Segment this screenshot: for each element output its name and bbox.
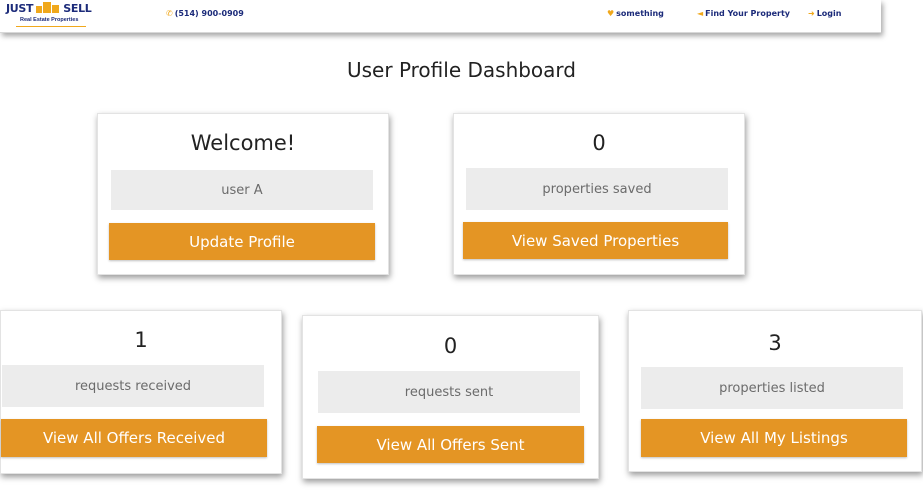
top-navbar: JUST SELL Real Estate Properties ✆ (514) 9… — [0, 0, 881, 33]
site-logo[interactable]: JUST SELL Real Estate Properties — [6, 1, 92, 30]
logo-houses-icon — [35, 1, 61, 13]
login-link[interactable]: ➜ Login — [808, 9, 841, 18]
view-saved-properties-button[interactable]: View Saved Properties — [463, 222, 728, 259]
find-property-label: Find Your Property — [705, 9, 790, 18]
phone-number: (514) 900-0909 — [174, 9, 244, 18]
favorites-label: something — [616, 9, 664, 18]
view-all-offers-received-button[interactable]: View All Offers Received — [1, 419, 267, 457]
login-label: Login — [816, 9, 842, 18]
saved-properties-card: 0 properties saved View Saved Properties — [453, 113, 745, 275]
sent-count: 0 — [443, 334, 458, 358]
requests-sent-card: 0 requests sent View All Offers Sent — [302, 315, 599, 479]
listed-label: properties listed — [641, 367, 903, 409]
find-property-link[interactable]: ◄ Find Your Property — [697, 9, 790, 18]
sent-label: requests sent — [318, 371, 580, 413]
saved-count: 0 — [592, 131, 606, 155]
welcome-heading: Welcome! — [190, 131, 296, 155]
received-label: requests received — [2, 365, 264, 407]
logo-text-left: JUST — [6, 2, 34, 15]
login-arrow-icon: ➜ — [808, 9, 815, 18]
favorites-link[interactable]: ♥ something — [607, 9, 664, 18]
view-all-offers-sent-button[interactable]: View All Offers Sent — [317, 426, 584, 463]
phone-link[interactable]: ✆ (514) 900-0909 — [166, 9, 244, 18]
username-display: user A — [111, 170, 373, 210]
phone-icon: ✆ — [166, 9, 173, 18]
page-title: User Profile Dashboard — [347, 58, 576, 82]
properties-listed-card: 3 properties listed View All My Listings — [628, 310, 922, 472]
received-count: 1 — [134, 328, 148, 352]
update-profile-button[interactable]: Update Profile — [109, 223, 375, 260]
view-all-my-listings-button[interactable]: View All My Listings — [641, 419, 907, 457]
logo-underline — [16, 26, 86, 27]
megaphone-icon: ◄ — [697, 9, 704, 18]
listed-count: 3 — [768, 331, 782, 355]
heart-icon: ♥ — [607, 9, 615, 18]
welcome-card: Welcome! user A Update Profile — [97, 113, 389, 275]
logo-subtitle: Real Estate Properties — [20, 17, 79, 23]
saved-label: properties saved — [466, 168, 728, 210]
logo-text-right: SELL — [63, 2, 92, 15]
requests-received-card: 1 requests received View All Offers Rece… — [0, 310, 282, 474]
